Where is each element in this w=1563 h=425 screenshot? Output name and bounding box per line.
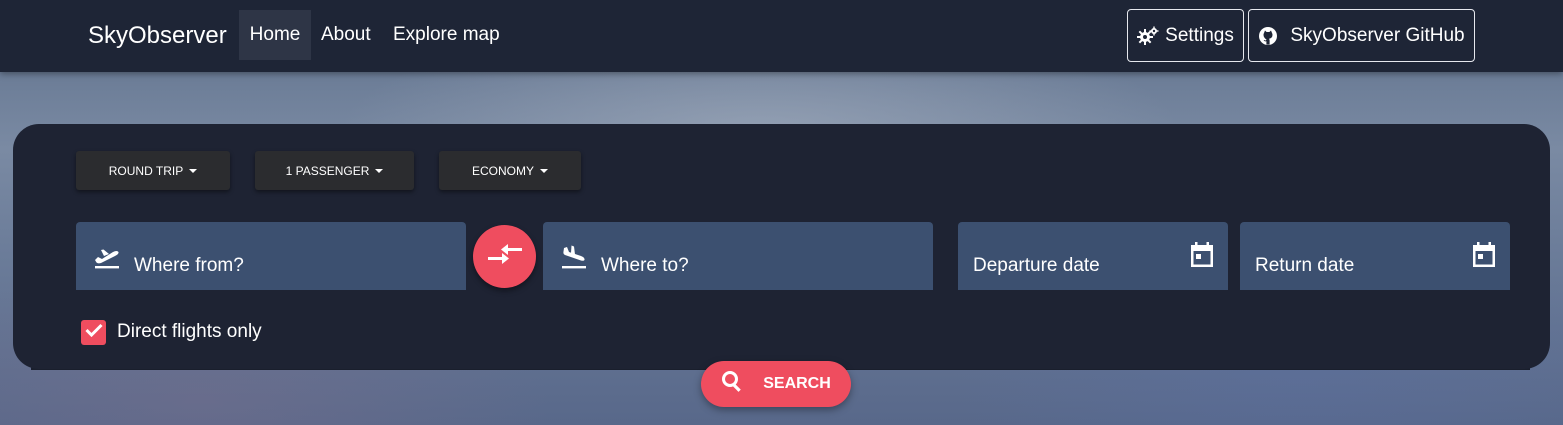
caret-down-icon — [189, 168, 198, 173]
departure-date-field[interactable]: Departure date — [958, 222, 1228, 290]
search-icon — [721, 370, 745, 399]
search-button-label: SEARCH — [763, 375, 831, 392]
trip-type-label: ROUND TRIP — [108, 163, 184, 178]
passengers-dropdown[interactable]: 1 PASSENGER — [255, 151, 414, 190]
github-label: SkyObserver GitHub — [1290, 24, 1465, 46]
return-date-field[interactable]: Return date — [1240, 222, 1510, 290]
calendar-icon[interactable] — [1472, 242, 1496, 273]
to-field-label: Where to? — [601, 255, 689, 276]
departure-date-label: Departure date — [973, 255, 1100, 276]
caret-down-icon — [540, 168, 548, 173]
brand-logo[interactable]: SkyObserver — [88, 22, 227, 50]
github-icon — [1258, 26, 1278, 46]
swap-arrows-icon — [487, 242, 523, 271]
search-button[interactable]: SEARCH — [701, 361, 851, 407]
nav-link-explore-map[interactable]: Explore map — [383, 10, 510, 60]
from-field-label: Where from? — [134, 255, 244, 276]
calendar-icon[interactable] — [1190, 242, 1214, 273]
passengers-label: 1 PASSENGER — [285, 163, 370, 178]
nav-link-home[interactable]: Home — [239, 10, 311, 60]
settings-label: Settings — [1165, 24, 1234, 46]
direct-flights-label[interactable]: Direct flights only — [117, 321, 262, 343]
settings-button[interactable]: Settings — [1127, 9, 1244, 62]
cabin-class-dropdown[interactable]: ECONOMY — [439, 151, 581, 190]
nav-link-about[interactable]: About — [311, 10, 381, 60]
checkmark-icon — [84, 323, 103, 342]
trip-type-dropdown[interactable]: ROUND TRIP — [76, 151, 230, 190]
plane-landing-icon — [560, 244, 588, 275]
to-field[interactable]: Where to? — [543, 222, 933, 290]
plane-takeoff-icon — [93, 244, 121, 275]
return-date-label: Return date — [1255, 255, 1355, 276]
cabin-class-label: ECONOMY — [471, 163, 534, 178]
swap-locations-button[interactable] — [473, 225, 536, 288]
direct-flights-checkbox[interactable] — [81, 320, 106, 345]
from-field[interactable]: Where from? — [76, 222, 466, 290]
github-button[interactable]: SkyObserver GitHub — [1248, 9, 1475, 62]
gears-icon — [1137, 26, 1159, 46]
top-navbar: SkyObserver Home About Explore map Setti… — [0, 0, 1563, 72]
caret-down-icon — [375, 168, 384, 173]
